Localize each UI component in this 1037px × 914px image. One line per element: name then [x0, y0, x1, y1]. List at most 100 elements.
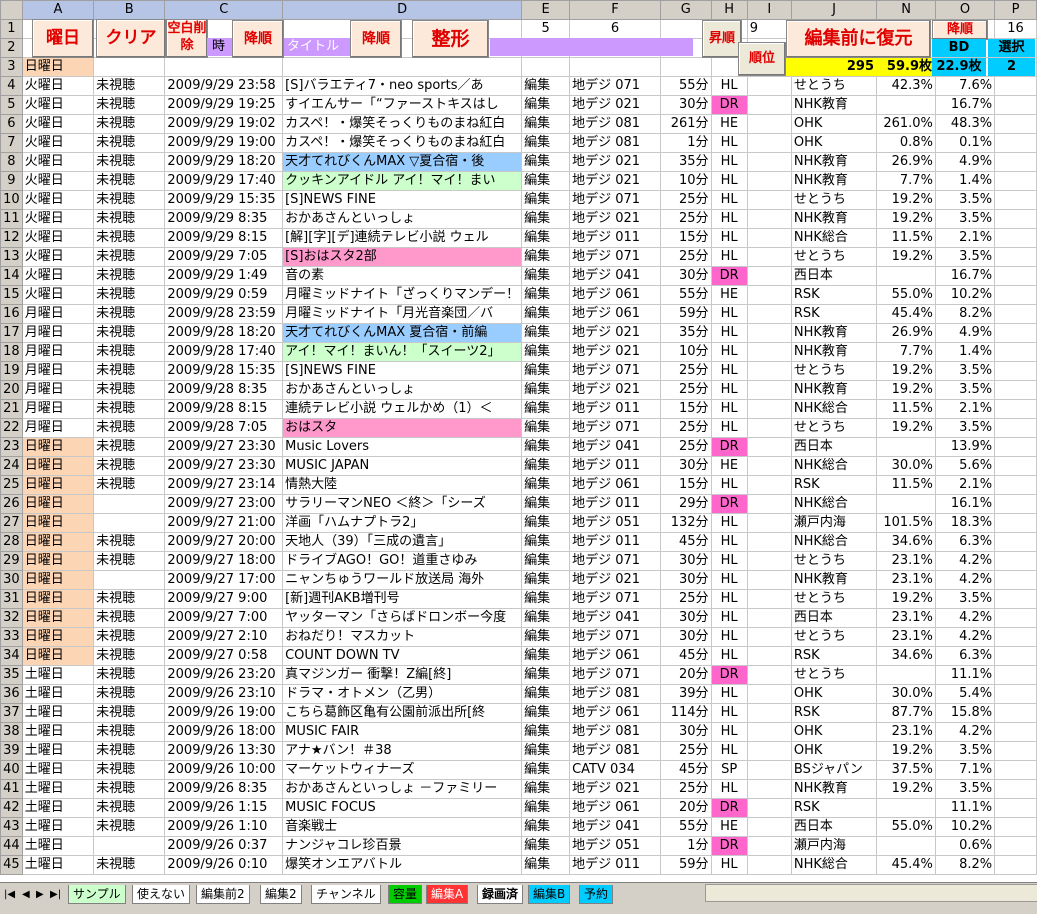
- row-header[interactable]: 35: [0, 665, 23, 685]
- edit-cell[interactable]: 編集: [521, 361, 571, 381]
- cell-i[interactable]: [746, 665, 792, 685]
- title-cell[interactable]: 月曜ミッドナイト「月光音楽団／バ: [282, 304, 523, 324]
- bd-pct-cell[interactable]: 10.2%: [934, 285, 996, 305]
- row-header[interactable]: 41: [0, 779, 23, 799]
- bd-pct-cell[interactable]: 7.6%: [934, 76, 996, 96]
- title-cell[interactable]: 天才てれびくんMAX ▽夏合宿・後: [282, 152, 523, 172]
- datetime-cell[interactable]: 2009/9/26 1:10: [164, 817, 284, 837]
- datetime-cell[interactable]: 2009/9/28 8:35: [164, 380, 284, 400]
- channel-cell[interactable]: 地デジ 041: [569, 266, 661, 286]
- datetime-cell[interactable]: 2009/9/27 7:00: [164, 608, 284, 628]
- pct-cell[interactable]: 19.2%: [876, 418, 936, 438]
- day-cell[interactable]: 月曜日: [21, 361, 95, 381]
- title-cell[interactable]: [S]NEWS FINE: [282, 361, 523, 381]
- pct-cell[interactable]: 26.9%: [876, 323, 936, 343]
- edit-cell[interactable]: 編集: [521, 171, 571, 191]
- bd-pct-cell[interactable]: 5.6%: [934, 456, 996, 476]
- title-cell[interactable]: こちら葛飾区亀有公園前派出所[終: [282, 703, 523, 723]
- cell-p[interactable]: [994, 779, 1037, 799]
- day-cell[interactable]: 日曜日: [21, 437, 95, 457]
- edit-cell[interactable]: 編集: [521, 152, 571, 172]
- bd-pct-cell[interactable]: 3.5%: [934, 418, 996, 438]
- datetime-cell[interactable]: 2009/9/27 20:00: [164, 532, 284, 552]
- sheet-tab[interactable]: チャンネル: [311, 885, 381, 904]
- title-cell[interactable]: すイエんサー「“ファーストキスはし: [282, 95, 523, 115]
- day-cell[interactable]: 火曜日: [21, 228, 95, 248]
- cell-i[interactable]: [746, 570, 792, 590]
- cell-i[interactable]: [746, 855, 792, 875]
- sheet-tab[interactable]: 編集2: [260, 885, 302, 904]
- cell-p[interactable]: [994, 171, 1037, 191]
- channel-cell[interactable]: 地デジ 061: [569, 798, 661, 818]
- mode-cell[interactable]: HL: [710, 133, 748, 153]
- station-cell[interactable]: NHK総合: [790, 855, 878, 875]
- status-cell[interactable]: [93, 494, 166, 514]
- datetime-cell[interactable]: 2009/9/29 19:02: [164, 114, 284, 134]
- status-cell[interactable]: 未視聴: [93, 741, 166, 761]
- station-cell[interactable]: 瀬戸内海: [790, 836, 878, 856]
- mode-cell[interactable]: DR: [710, 494, 748, 514]
- edit-cell[interactable]: 編集: [521, 437, 571, 457]
- title-cell[interactable]: おねだり！マスカット: [282, 627, 523, 647]
- cell-p[interactable]: [994, 114, 1037, 134]
- pct-cell[interactable]: [876, 266, 936, 286]
- status-cell[interactable]: 未視聴: [93, 418, 166, 438]
- cell-p[interactable]: [994, 266, 1037, 286]
- datetime-cell[interactable]: 2009/9/26 10:00: [164, 760, 284, 780]
- row-header[interactable]: 26: [0, 494, 23, 514]
- column-header-j[interactable]: J: [790, 0, 878, 20]
- edit-cell[interactable]: 編集: [521, 342, 571, 362]
- duration-cell[interactable]: 20分: [660, 665, 712, 685]
- cell-p[interactable]: [994, 380, 1037, 400]
- bd-pct-cell[interactable]: 15.8%: [934, 703, 996, 723]
- channel-cell[interactable]: 地デジ 071: [569, 190, 661, 210]
- duration-cell[interactable]: 25分: [660, 380, 712, 400]
- duration-cell[interactable]: 25分: [660, 589, 712, 609]
- datetime-cell[interactable]: 2009/9/29 15:35: [164, 190, 284, 210]
- edit-cell[interactable]: 編集: [521, 399, 571, 419]
- day-cell[interactable]: 日曜日: [21, 551, 95, 571]
- pct-cell[interactable]: 261.0%: [876, 114, 936, 134]
- title-cell[interactable]: MUSIC FAIR: [282, 722, 523, 742]
- pct-cell[interactable]: 26.9%: [876, 152, 936, 172]
- channel-cell[interactable]: 地デジ 021: [569, 323, 661, 343]
- tab-last-icon[interactable]: ▶|: [50, 889, 61, 900]
- bd-pct-cell[interactable]: 10.2%: [934, 817, 996, 837]
- cell-i[interactable]: [746, 798, 792, 818]
- bd-pct-cell[interactable]: 4.2%: [934, 722, 996, 742]
- cell-i[interactable]: [746, 703, 792, 723]
- title-cell[interactable]: カスペ！・爆笑そっくりものまね紅白: [282, 133, 523, 153]
- cell-i[interactable]: [746, 228, 792, 248]
- datetime-cell[interactable]: 2009/9/29 23:58: [164, 76, 284, 96]
- cell-i[interactable]: [746, 532, 792, 552]
- cell-i[interactable]: [746, 589, 792, 609]
- datetime-cell[interactable]: 2009/9/28 7:05: [164, 418, 284, 438]
- title-cell[interactable]: 天地人（39）「三成の遺言」: [282, 532, 523, 552]
- title-cell[interactable]: 真マジンガー 衝撃！Z編[終]: [282, 665, 523, 685]
- station-cell[interactable]: NHK教育: [790, 152, 878, 172]
- mode-cell[interactable]: HL: [710, 684, 748, 704]
- day-cell[interactable]: 月曜日: [21, 399, 95, 419]
- cell-p[interactable]: [994, 741, 1037, 761]
- station-cell[interactable]: せとうち: [790, 589, 878, 609]
- status-cell[interactable]: 未視聴: [93, 190, 166, 210]
- edit-cell[interactable]: 編集: [521, 779, 571, 799]
- pct-cell[interactable]: 30.0%: [876, 456, 936, 476]
- bd-pct-cell[interactable]: 16.7%: [934, 95, 996, 115]
- row-header[interactable]: 21: [0, 399, 23, 419]
- mode-cell[interactable]: DR: [710, 798, 748, 818]
- pct-cell[interactable]: 11.5%: [876, 475, 936, 495]
- row-header[interactable]: 25: [0, 475, 23, 495]
- datetime-cell[interactable]: 2009/9/29 7:05: [164, 247, 284, 267]
- edit-cell[interactable]: 編集: [521, 76, 571, 96]
- cell-p[interactable]: [994, 228, 1037, 248]
- sort-desc-c-button[interactable]: 降順: [232, 20, 284, 58]
- station-cell[interactable]: RSK: [790, 475, 878, 495]
- cell-r3[interactable]: [93, 57, 166, 77]
- station-cell[interactable]: 西日本: [790, 437, 878, 457]
- mode-cell[interactable]: HL: [710, 855, 748, 875]
- title-cell[interactable]: MUSIC FOCUS: [282, 798, 523, 818]
- column-header-f[interactable]: F: [569, 0, 661, 20]
- station-cell[interactable]: せとうち: [790, 418, 878, 438]
- day-cell[interactable]: 土曜日: [21, 760, 95, 780]
